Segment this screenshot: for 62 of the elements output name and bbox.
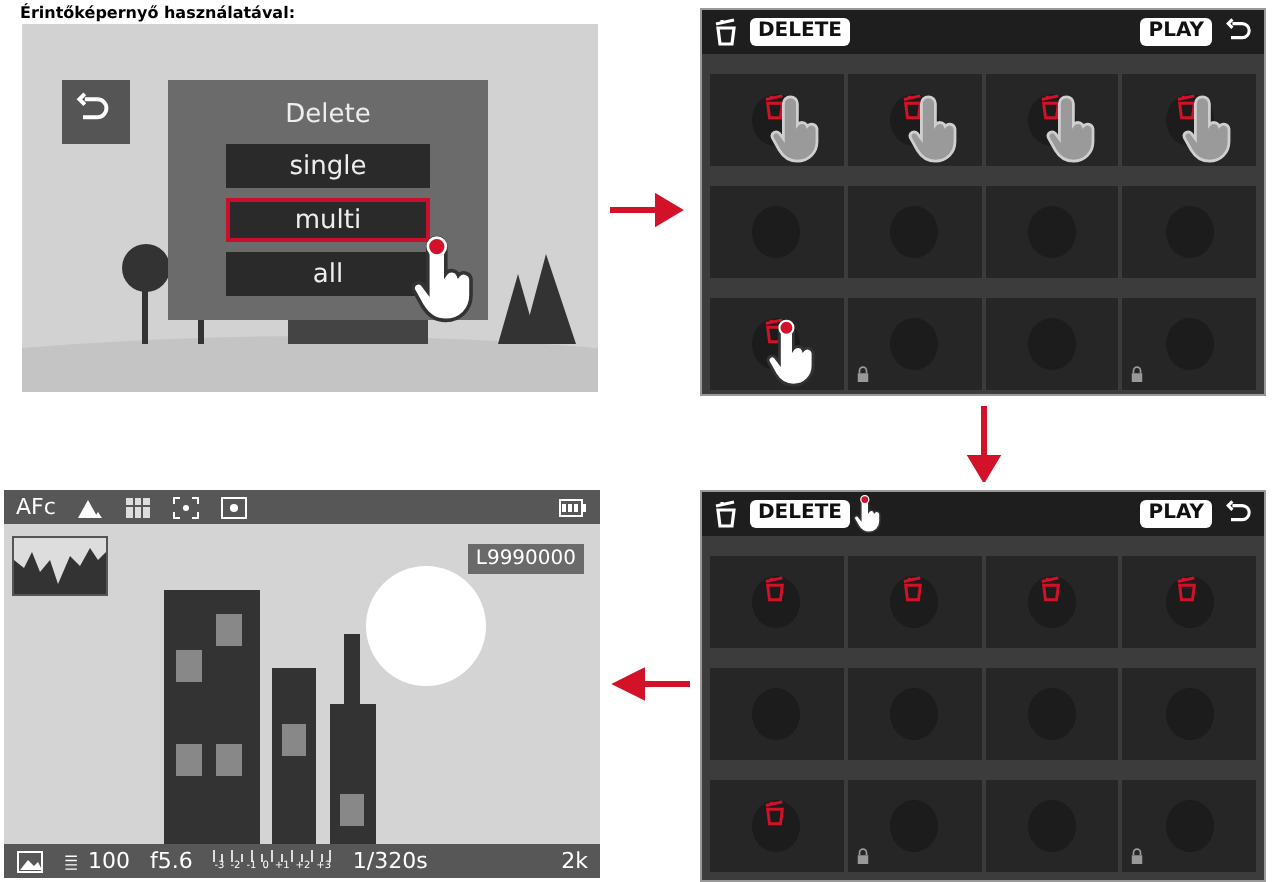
resolution: 2k (561, 848, 588, 874)
grid-icon (123, 495, 152, 519)
thumbnail[interactable] (985, 186, 1119, 278)
focus-frame-icon (171, 495, 200, 519)
thumbnail[interactable] (1122, 780, 1256, 872)
menu-title: Delete (285, 100, 371, 130)
thumbnail[interactable] (985, 556, 1119, 648)
trash-icon (714, 18, 738, 46)
section-heading: Érintőképernyő használatával: (20, 1, 296, 24)
metering-icon (219, 495, 248, 519)
thumbnail[interactable] (847, 74, 981, 166)
thumbnail[interactable] (1122, 74, 1256, 166)
play-button[interactable]: PLAY (1140, 500, 1212, 528)
delete-mark-icon (764, 318, 786, 344)
thumbnail[interactable] (847, 780, 981, 872)
thumbnail[interactable] (710, 74, 844, 166)
delete-mark-icon (764, 576, 786, 602)
thumbnail[interactable] (847, 556, 981, 648)
iso-value: 100 (88, 848, 130, 874)
delete-mark-icon (1039, 94, 1061, 120)
menu-option[interactable]: single (226, 144, 430, 188)
scene-icon (75, 495, 104, 519)
thumbnail[interactable] (985, 780, 1119, 872)
play-button[interactable]: PLAY (1140, 18, 1212, 46)
shutter-speed: 1/320s (352, 848, 428, 874)
delete-mark-icon (764, 94, 786, 120)
delete-mark-icon (1176, 94, 1199, 120)
arrow-icon (610, 664, 690, 704)
battery-icon (556, 495, 588, 519)
delete-mark-icon (901, 576, 924, 602)
thumbnail[interactable] (710, 298, 844, 390)
thumbnail[interactable] (1122, 556, 1256, 648)
delete-button[interactable]: DELETE (750, 500, 850, 528)
arrow-icon (963, 405, 1003, 481)
delete-mark-icon (764, 800, 786, 826)
trash-icon (714, 500, 738, 528)
thumbnail[interactable] (1122, 298, 1256, 390)
thumbnail[interactable] (985, 668, 1119, 760)
thumbnail[interactable] (847, 186, 981, 278)
image-icon (16, 849, 44, 873)
thumbnail[interactable] (710, 668, 844, 760)
delete-mark-icon (1039, 576, 1061, 602)
thumbnail[interactable] (710, 556, 844, 648)
delete-mark-icon (901, 94, 924, 120)
aperture-value: f5.6 (150, 848, 193, 874)
thumbnail[interactable] (1122, 668, 1256, 760)
delete-mark-icon (1176, 576, 1199, 602)
thumbnail[interactable] (847, 668, 981, 760)
histogram (12, 536, 108, 596)
thumbnail[interactable] (847, 298, 981, 390)
thumbnail[interactable] (710, 186, 844, 278)
menu-option[interactable]: multi (226, 198, 430, 242)
scale-ticks-icon (212, 850, 333, 862)
menu-option[interactable]: all (226, 252, 430, 296)
thumbnail[interactable] (985, 74, 1119, 166)
thumbnail[interactable] (985, 298, 1119, 390)
delete-button[interactable]: DELETE (750, 18, 850, 46)
exposure-counter: L9990000 (467, 544, 584, 574)
thumbnail[interactable] (710, 780, 844, 872)
thumbnail[interactable] (1122, 186, 1256, 278)
back-button[interactable] (62, 80, 130, 144)
af-mode: AFc (16, 494, 56, 520)
